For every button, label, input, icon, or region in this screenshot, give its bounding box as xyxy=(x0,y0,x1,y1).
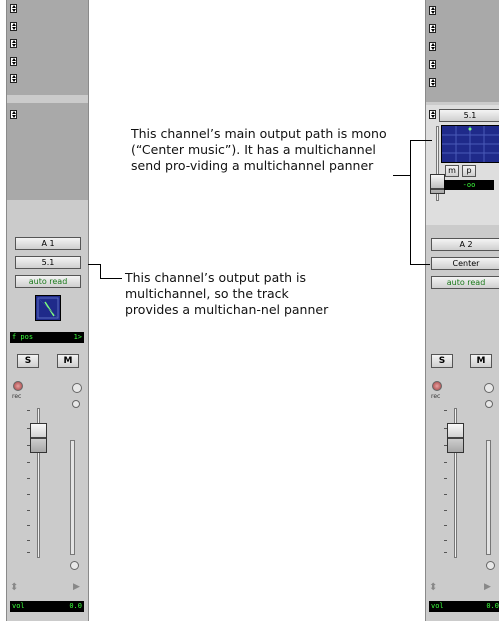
record-label: rec xyxy=(12,393,22,400)
mixer-strip-2: 5.1 m p -oo A 2 Center auto read S M rec… xyxy=(425,0,499,621)
pan-readout: f pos 1> xyxy=(10,332,84,343)
input-monitor-icon[interactable] xyxy=(72,400,80,408)
send-selector[interactable] xyxy=(10,110,17,119)
meter-clear-icon[interactable] xyxy=(70,561,79,570)
callout-right-text: This channel’s main output path is mono … xyxy=(131,126,387,173)
inserts-area xyxy=(7,0,88,95)
sends-area xyxy=(7,103,88,200)
callout-right-bracket-top xyxy=(410,140,432,141)
output-path-selector[interactable]: 5.1 xyxy=(15,256,81,269)
callout-left-leader-end xyxy=(100,278,122,279)
send-path-selector[interactable]: 5.1 xyxy=(439,109,499,122)
insert-selector-2[interactable] xyxy=(429,24,436,33)
insert-selector-5[interactable] xyxy=(10,74,17,83)
send-level-readout: -oo xyxy=(444,180,494,190)
panner-graph-icon xyxy=(37,297,59,319)
multichannel-panner[interactable] xyxy=(35,295,61,321)
insert-selector-3[interactable] xyxy=(429,42,436,51)
automation-mode-selector[interactable]: auto read xyxy=(431,276,499,289)
level-meter xyxy=(486,440,491,555)
volume-label: vol xyxy=(12,602,25,610)
pan-readout-label: f pos xyxy=(12,333,34,341)
insert-selector-1[interactable] xyxy=(429,6,436,15)
record-enable-button[interactable] xyxy=(13,381,23,391)
output-path-selector[interactable]: Center xyxy=(431,257,499,270)
callout-left-leader xyxy=(88,264,100,265)
callout-right-leader xyxy=(393,175,410,176)
volume-readout: vol 0.0 xyxy=(10,601,84,612)
pan-readout-value: 1> xyxy=(73,333,82,341)
insert-selector-2[interactable] xyxy=(10,22,17,31)
mute-button[interactable]: M xyxy=(57,354,79,368)
callout-right-bracket xyxy=(410,140,411,265)
solo-button[interactable]: S xyxy=(431,354,453,368)
callout-left-leader-vertical xyxy=(100,264,101,278)
solo-button[interactable]: S xyxy=(17,354,39,368)
play-arrow-icon: ▶ xyxy=(484,582,491,592)
send-multichannel-panner[interactable] xyxy=(441,125,499,163)
level-meter xyxy=(70,440,75,555)
mute-button[interactable]: M xyxy=(470,354,492,368)
automation-mode-selector[interactable]: auto read xyxy=(15,275,81,288)
volume-fader[interactable] xyxy=(30,423,47,453)
send-selector[interactable] xyxy=(429,110,436,119)
group-selector-icon[interactable]: ⬍ xyxy=(429,582,437,593)
callout-left-text: This channel’s output path is multichann… xyxy=(125,270,329,317)
send-mute-button[interactable]: m xyxy=(445,165,459,177)
voice-selector-icon[interactable] xyxy=(484,383,494,393)
insert-selector-4[interactable] xyxy=(429,60,436,69)
track-name-button[interactable]: A 2 xyxy=(431,238,499,251)
play-arrow-icon: ▶ xyxy=(73,582,80,592)
callout-right-bracket-bottom xyxy=(410,264,430,265)
volume-fader[interactable] xyxy=(447,423,464,453)
meter-clear-icon[interactable] xyxy=(486,561,495,570)
insert-selector-5[interactable] xyxy=(429,78,436,87)
insert-selector-3[interactable] xyxy=(10,39,17,48)
volume-value: 0.0 xyxy=(69,602,82,610)
volume-readout: vol 0.0 xyxy=(429,601,499,612)
panner-grid-icon xyxy=(442,126,499,162)
record-enable-button[interactable] xyxy=(432,381,442,391)
voice-selector-icon[interactable] xyxy=(72,383,82,393)
send-pre-post-button[interactable]: p xyxy=(462,165,476,177)
group-selector-icon[interactable]: ⬍ xyxy=(10,582,18,593)
track-name-button[interactable]: A 1 xyxy=(15,237,81,250)
record-label: rec xyxy=(431,393,441,400)
insert-selector-1[interactable] xyxy=(10,4,17,13)
insert-selector-4[interactable] xyxy=(10,57,17,66)
mixer-strip-1: A 1 5.1 auto read f pos 1> S M rec ⬍ ▶ v… xyxy=(6,0,89,621)
input-monitor-icon[interactable] xyxy=(485,400,493,408)
volume-value: 0.0 xyxy=(486,602,499,610)
send-fader[interactable] xyxy=(430,174,445,194)
inserts-area xyxy=(426,0,499,102)
volume-label: vol xyxy=(431,602,444,610)
